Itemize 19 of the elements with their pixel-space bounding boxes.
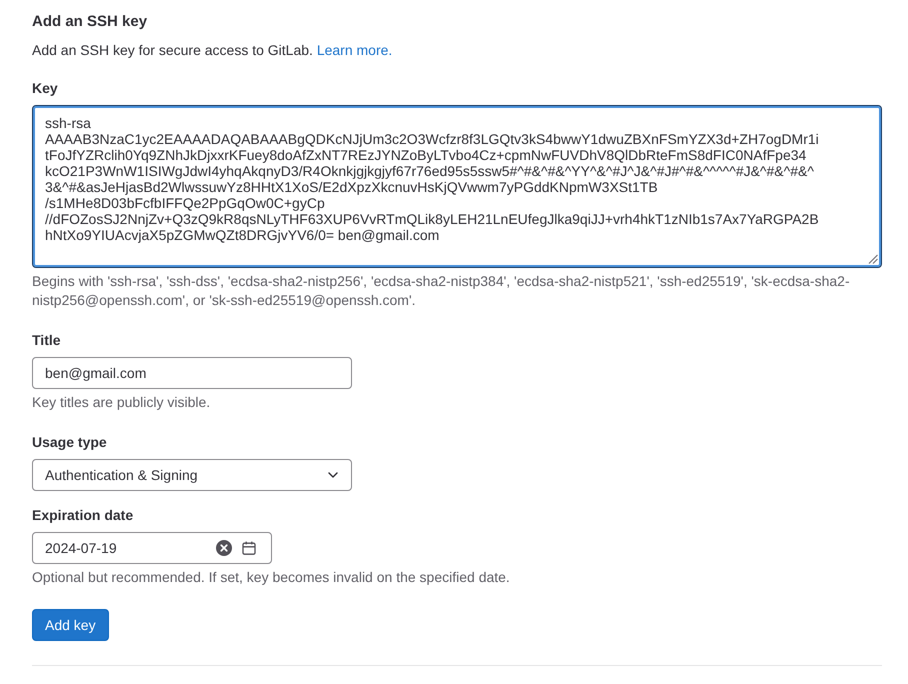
expiration-date-input[interactable]: 2024-07-19 [32,532,272,564]
calendar-icon[interactable] [242,541,256,555]
expiration-date-label: Expiration date [32,506,134,525]
form-heading: Add an SSH key [32,12,148,32]
key-format-hint: Begins with 'ssh-rsa', 'ssh-dss', 'ecdsa-sha2-nistp256', 'ecdsa-sha2-nistp384', 'ecdsa-sha2-nistp521', 'ssh-ed25519', 'sk-ecdsa-sha2-nistp256@openssh.com', or 'sk-ssh-ed25519@openssh.com'. [32,272,851,310]
learn-more-link[interactable]: Learn more. [316,42,392,58]
key-label: Key [32,79,59,98]
usage-type-label: Usage type [32,433,108,452]
title-label: Title [32,331,62,350]
key-textarea[interactable]: ssh-rsa AAAAB3NzaC1yc2EAAAADAQABAAABgQDKcNJjUm3c2O3Wcfzr8f3LGQtv3kS4bwwY1dwuZBXnFSmYZX3d+ZH7ogDMr1i tFoJfYZRclih0Yq9ZNhJkDjxxrKFuey8doAfZxNT7REzJYNZoByLTvbo4Cz+cpmNwFUVDhV8QlDbRteFmS8dFIC0NAfFpe34 kcO21P3WnW1ISIWgJdwI4yhqAkqnyD3/R4Oknkjgjkgjyf67r76ed95s5ssw5#^#&^#&^YY^&^#J^J&^#J#^#&^^^^^#J&^#&^#&^ 3&^#&asJeHjasBd2WlwssuwYz8HHtX1XoS/E2dXpzXkcnuvHsKjQVwwm7yPGddKNpmW3XSt1TB /s1MHe8D03bFcfbIFFQe2PpGqOw0C+gyCp //dFOZosSJ2NnjZv+Q3zQ9kR8qsNLyTHF63XUP6VvRTmQLik8yLEH21LnEUfegJlka9qiJJ+vrh4hkT1zNIb1s7Ax7YaRGPA2B hNtXo9YIUAcvjaX5pZGMwQZt8DRGjvYV6/0= ben@gmail.com [32,105,882,268]
usage-type-dropdown[interactable]: Authentication & Signing [32,459,352,491]
clear-icon[interactable] [216,540,232,556]
chevron-down-icon [328,472,338,478]
intro-text: Add an SSH key for secure access to GitLab. Learn more. [32,41,394,60]
resize-handle-icon[interactable] [868,254,878,264]
add-key-button[interactable]: Add key [32,609,109,641]
expiration-hint: Optional but recommended. If set, key becomes invalid on the specified date. [32,568,511,587]
title-input[interactable]: ben@gmail.com [32,357,352,389]
title-hint: Key titles are publicly visible. [32,393,212,412]
